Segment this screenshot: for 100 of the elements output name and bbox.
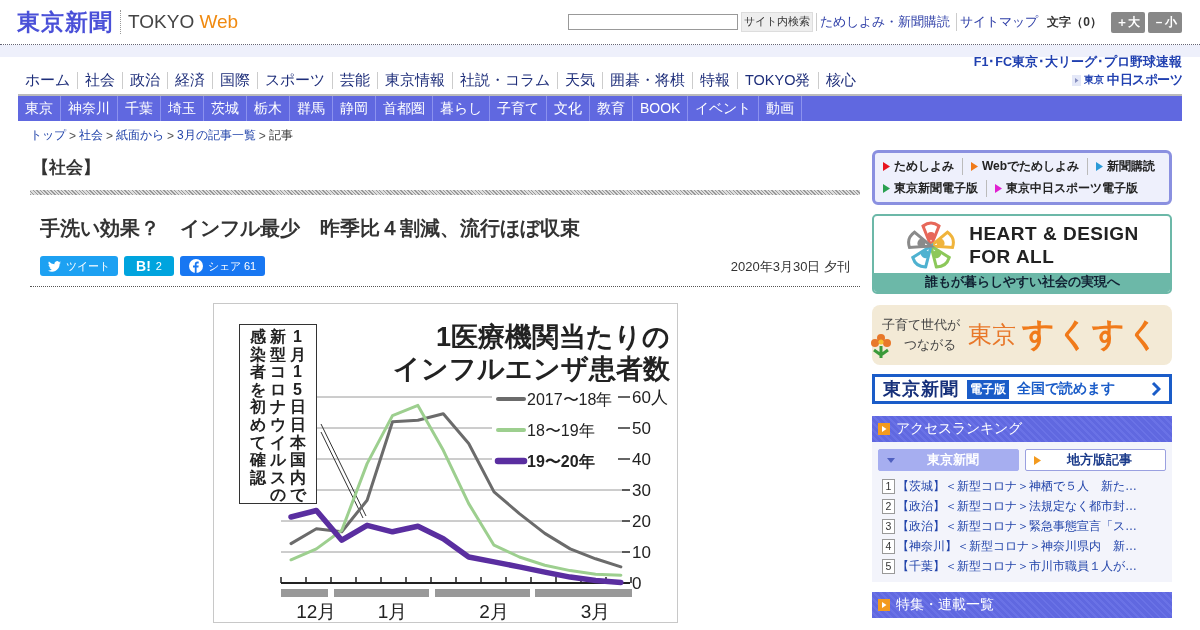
ranking-link[interactable]: 【千葉】＜新型コロナ＞市川市職員１人が… <box>897 557 1137 575</box>
region-nav-link[interactable]: 静岡 <box>333 96 376 121</box>
triangle-icon <box>1072 74 1081 86</box>
region-nav-link[interactable]: 栃木 <box>247 96 290 121</box>
panel-title: 特集・連載一覧 <box>896 596 994 614</box>
panel-title: アクセスランキング <box>896 420 1022 438</box>
search-field[interactable] <box>568 14 739 30</box>
brand-name[interactable]: TOKYO Web <box>128 11 239 33</box>
nav-link[interactable]: スポーツ <box>257 72 332 89</box>
breadcrumb-link[interactable]: 紙面から <box>116 127 165 144</box>
rank-number: 2 <box>882 498 895 514</box>
region-nav-link[interactable]: 暮らし <box>433 96 490 121</box>
region-nav-link[interactable]: 神奈川 <box>61 96 118 121</box>
axis-label: 10 <box>631 543 651 562</box>
search-button[interactable]: サイト内検索 <box>741 12 814 32</box>
arrow-square-icon <box>878 423 890 435</box>
breadcrumb-link[interactable]: 社会 <box>79 127 103 144</box>
share-button[interactable]: シェア 61 <box>180 256 265 276</box>
rank-number: 1 <box>882 478 895 494</box>
flower-logo-drawing <box>905 219 958 270</box>
article-date: 2020年3月30日 夕刊 <box>730 258 850 276</box>
nav-link[interactable]: 東京情報 <box>377 72 452 89</box>
legend-label: 19〜20年 <box>526 453 595 470</box>
nav-link[interactable]: TOKYO発 <box>737 72 818 89</box>
breadcrumb-separator: > <box>106 128 114 143</box>
sports-news-link[interactable]: F1･FC東京･大リーグ･プロ野球速報 <box>973 54 1182 71</box>
sukusuku-logo: すくすく <box>1022 315 1162 354</box>
nav-link[interactable]: 経済 <box>167 72 212 89</box>
axis-label: 3月 <box>580 601 610 622</box>
region-nav-link[interactable]: 動画 <box>759 96 803 121</box>
nav-link[interactable]: ホーム <box>18 72 77 89</box>
promo-link[interactable]: 東京新聞電子版 <box>881 179 986 197</box>
sports-logo[interactable]: 中日スポーツ <box>1107 71 1182 89</box>
region-nav-link[interactable]: 埼玉 <box>161 96 204 121</box>
logo-prefix[interactable]: 東京 <box>1084 73 1104 87</box>
promo-link[interactable]: 東京中日スポーツ電子版 <box>986 179 1146 197</box>
region-nav-link[interactable]: 東京 <box>18 96 61 121</box>
ranking-link[interactable]: 【神奈川】＜新型コロナ＞神奈川県内 新… <box>897 537 1137 555</box>
nav-link[interactable]: 国際 <box>212 72 257 89</box>
font-size-button[interactable]: ＋大 <box>1111 11 1145 33</box>
rank-number: 5 <box>882 558 895 574</box>
nav-link[interactable]: 社会 <box>77 72 122 89</box>
axis-label: 50 <box>631 419 651 438</box>
flower-icon <box>870 333 892 359</box>
article-headline: 手洗い効果？ インフル最少 昨季比４割減、流行ほぼ収束 <box>40 216 581 241</box>
site-logo[interactable]: 東京新聞 <box>17 6 113 38</box>
nav-link[interactable]: 囲碁・将棋 <box>602 72 692 89</box>
font-size-button[interactable]: －小 <box>1148 11 1182 33</box>
header-link[interactable]: ためしよみ・新聞購読 <box>816 13 954 31</box>
breadcrumb-link[interactable]: トップ <box>30 127 66 144</box>
nav-link[interactable]: 特報 <box>692 72 737 89</box>
axis-label: 30 <box>631 481 651 500</box>
edition-tag: 電子版 <box>967 379 1009 399</box>
digital-banner[interactable]: 東京新聞 電子版 全国で読めます <box>872 374 1172 404</box>
legend-label: 18〜19年 <box>526 422 595 439</box>
ranking-link[interactable]: 【政治】＜新型コロナ＞法規定なく都市封… <box>897 497 1137 515</box>
region-nav-link[interactable]: イベント <box>688 96 760 121</box>
nav-link[interactable]: 芸能 <box>332 72 377 89</box>
design-banner[interactable]: HEART & DESIGN FOR ALL 誰もが暮らしやすい社会の実現へ <box>872 214 1172 294</box>
region-nav-link[interactable]: BOOK <box>633 96 689 121</box>
chevron-right-icon <box>1151 381 1161 397</box>
newspaper-logo: 東京新聞 <box>883 378 959 401</box>
chart-title: インフルエンザ患者数 <box>392 354 670 384</box>
legend-swatch <box>495 397 526 401</box>
region-nav-link[interactable]: 教育 <box>590 96 633 121</box>
axis-label: 0 <box>631 574 641 593</box>
axis-label: 2月 <box>478 601 509 622</box>
nav-link[interactable]: 社説・コラム <box>452 72 557 89</box>
promo-link[interactable]: ためしよみ <box>881 158 962 176</box>
region-nav-link[interactable]: 子育て <box>490 96 547 121</box>
promo-link[interactable]: 新聞購読 <box>1087 158 1164 176</box>
ranking-link[interactable]: 【茨城】＜新型コロナ＞神栖で５人 新た… <box>897 477 1137 495</box>
arrow-square-icon <box>878 599 890 611</box>
region-nav-link[interactable]: 首都圏 <box>376 96 433 121</box>
font-size-label: 文字（0） <box>1047 13 1102 31</box>
rank-number: 4 <box>882 538 895 554</box>
callout-text: 1月15日日本国内で <box>289 328 306 503</box>
callout-text: 新型コロナウイルスの <box>269 328 286 503</box>
nav-link[interactable]: 政治 <box>122 72 167 89</box>
ranking-link[interactable]: 【政治】＜新型コロナ＞緊急事態宣言「ス… <box>897 517 1137 535</box>
banner-caption: 誰もが暮らしやすい社会の実現へ <box>874 273 1170 292</box>
header-link[interactable]: サイトマップ <box>956 13 1042 31</box>
round-logo-icon <box>188 259 203 273</box>
nav-link[interactable]: 核心 <box>817 72 863 89</box>
breadcrumb-separator: > <box>167 128 175 143</box>
axis-label: 20 <box>631 512 651 531</box>
rank-number: 3 <box>882 518 895 534</box>
breadcrumb-separator: > <box>69 128 76 143</box>
region-nav-link[interactable]: 千葉 <box>118 96 161 121</box>
ranking-tab[interactable]: 地方版記事 <box>1025 449 1166 471</box>
axis-label: 1月 <box>377 601 407 622</box>
nav-link[interactable]: 天気 <box>557 72 602 89</box>
region-nav-link[interactable]: 文化 <box>547 96 590 121</box>
caret-down-icon <box>887 457 895 463</box>
promo-link[interactable]: Webでためしよみ <box>962 158 1088 176</box>
breadcrumb-link[interactable]: 3月の記事一覧 <box>177 127 256 144</box>
region-nav-link[interactable]: 茨城 <box>204 96 247 121</box>
region-nav-link[interactable]: 群馬 <box>290 96 333 121</box>
axis-label: 12月 <box>295 601 336 622</box>
chart-title: 1医療機関当たりの <box>435 322 670 352</box>
